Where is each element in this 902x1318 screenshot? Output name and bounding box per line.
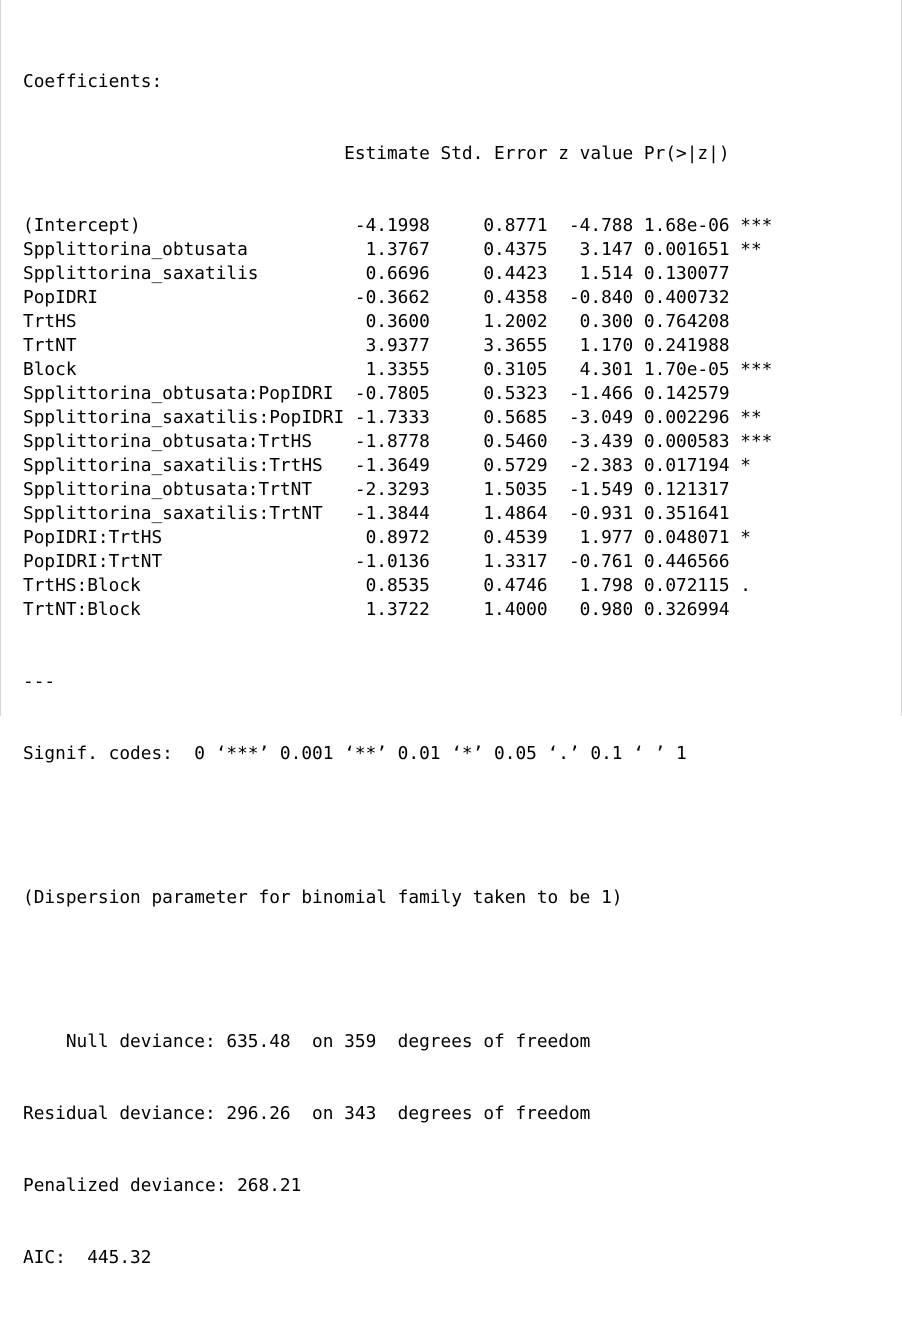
- aic-line: AIC: 445.32: [23, 1247, 152, 1268]
- coefficient-row: TrtHS 0.3600 1.2002 0.300 0.764208: [23, 311, 773, 332]
- coefficient-row: TrtHS:Block 0.8535 0.4746 1.798 0.072115…: [23, 575, 773, 596]
- coefficient-row: Spplittorina_saxatilis:PopIDRI -1.7333 0…: [23, 407, 773, 428]
- coefficients-column-header: Estimate Std. Error z value Pr(>|z|): [23, 143, 773, 164]
- residual-deviance-line: Residual deviance: 296.26 on 343 degrees…: [23, 1103, 591, 1124]
- coefficient-row: Spplittorina_saxatilis:TrtNT -1.3844 1.4…: [23, 503, 773, 524]
- coefficient-row: PopIDRI:TrtNT -1.0136 1.3317 -0.761 0.44…: [23, 551, 773, 572]
- dispersion-line: (Dispersion parameter for binomial famil…: [23, 887, 623, 908]
- coefficients-header: Coefficients:: [23, 71, 163, 92]
- separator-line: ---: [23, 671, 56, 692]
- glm-summary-output: Coefficients: Estimate Std. Error z valu…: [23, 22, 772, 1318]
- coefficient-row: Block 1.3355 0.3105 4.301 1.70e-05 ***: [23, 359, 773, 380]
- signif-codes-line: Signif. codes: 0 ‘***’ 0.001 ‘**’ 0.01 ‘…: [23, 743, 687, 764]
- coefficients-table: (Intercept) -4.1998 0.8771 -4.788 1.68e-…: [23, 214, 772, 622]
- coefficient-row: PopIDRI -0.3662 0.4358 -0.840 0.400732: [23, 287, 773, 308]
- coefficient-row: PopIDRI:TrtHS 0.8972 0.4539 1.977 0.0480…: [23, 527, 773, 548]
- coefficient-row: Spplittorina_saxatilis 0.6696 0.4423 1.5…: [23, 263, 773, 284]
- coefficient-row: Spplittorina_obtusata:TrtHS -1.8778 0.54…: [23, 431, 773, 452]
- coefficient-row: Spplittorina_obtusata 1.3767 0.4375 3.14…: [23, 239, 773, 260]
- coefficient-row: Spplittorina_obtusata:TrtNT -2.3293 1.50…: [23, 479, 773, 500]
- coefficient-row: Spplittorina_obtusata:PopIDRI -0.7805 0.…: [23, 383, 773, 404]
- coefficient-row: TrtNT 3.9377 3.3655 1.170 0.241988: [23, 335, 773, 356]
- null-deviance-line: Null deviance: 635.48 on 359 degrees of …: [23, 1031, 591, 1052]
- penalized-deviance-line: Penalized deviance: 268.21: [23, 1175, 302, 1196]
- coefficient-row: (Intercept) -4.1998 0.8771 -4.788 1.68e-…: [23, 215, 773, 236]
- coefficient-row: TrtNT:Block 1.3722 1.4000 0.980 0.326994: [23, 599, 773, 620]
- coefficient-row: Spplittorina_saxatilis:TrtHS -1.3649 0.5…: [23, 455, 773, 476]
- console-output-panel: Coefficients: Estimate Std. Error z valu…: [0, 0, 902, 1268]
